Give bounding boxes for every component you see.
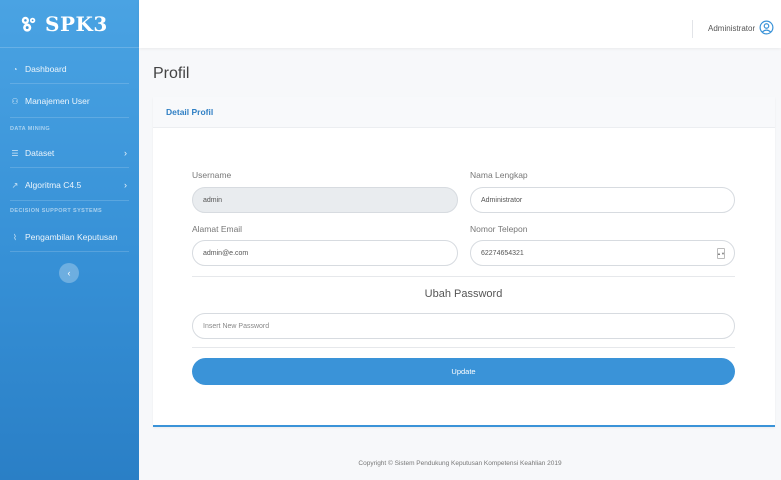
sidebar-item-manajemen-user[interactable]: ⚇ Manajemen User	[0, 92, 139, 110]
page-title: Profil	[153, 65, 190, 82]
email-label: Alamat Email	[192, 224, 243, 234]
sidebar-item-pengambilan-keputusan[interactable]: ⌇ Pengambilan Keputusan	[0, 228, 139, 246]
sidebar: SPK3 ◔ Dashboard ⚇ Manajemen User DATA M…	[0, 0, 139, 480]
phone-field[interactable]: 62274654321 ▲▼	[470, 240, 735, 266]
update-button[interactable]: Update	[192, 358, 735, 385]
username-field[interactable]: admin	[192, 187, 458, 213]
sidebar-item-label: Pengambilan Keputusan	[25, 232, 118, 242]
divider	[10, 251, 129, 252]
topbar: Administrator	[139, 0, 781, 48]
sidebar-item-label: Algoritma C4.5	[25, 180, 82, 190]
sidebar-item-label: Dashboard	[25, 64, 67, 74]
footer-copyright: Copyright © Sistem Pendukung Keputusan K…	[358, 460, 562, 467]
divider	[10, 117, 129, 118]
number-stepper-icon[interactable]: ▲▼	[717, 248, 725, 259]
gear-cluster-icon	[21, 16, 36, 32]
dashboard-icon: ◔	[12, 64, 18, 74]
sidebar-item-dashboard[interactable]: ◔ Dashboard	[0, 60, 139, 78]
card-title: Detail Profil	[153, 97, 775, 128]
new-password-field[interactable]: Insert New Password	[192, 313, 735, 339]
sidebar-item-dataset[interactable]: ☰ Dataset ›	[0, 144, 139, 162]
wrench-icon: ↗	[11, 180, 19, 190]
user-name[interactable]: Administrator	[708, 24, 755, 33]
chevron-right-icon: ›	[124, 180, 127, 190]
fullname-label: Nama Lengkap	[470, 170, 528, 180]
phone-label: Nomor Telepon	[470, 224, 528, 234]
phone-value: 62274654321	[481, 249, 524, 257]
divider	[692, 20, 693, 38]
sidebar-item-algoritma[interactable]: ↗ Algoritma C4.5 ›	[0, 176, 139, 194]
fullname-field[interactable]: Administrator	[470, 187, 735, 213]
chart-line-icon: ⌇	[13, 232, 17, 242]
divider	[10, 83, 129, 84]
divider	[192, 347, 735, 348]
brand[interactable]: SPK3	[0, 0, 139, 48]
divider	[192, 276, 735, 277]
divider	[10, 167, 129, 168]
sidebar-collapse-button[interactable]: ‹	[59, 263, 79, 283]
database-icon: ☰	[11, 148, 19, 158]
sidebar-section-dss: DECISION SUPPORT SYSTEMS	[10, 208, 103, 214]
divider	[10, 200, 129, 201]
sidebar-item-label: Dataset	[25, 148, 55, 158]
email-field[interactable]: admin@e.com	[192, 240, 458, 266]
password-section-title: Ubah Password	[424, 288, 503, 300]
chevron-right-icon: ›	[124, 148, 127, 158]
sidebar-section-data-mining: DATA MINING	[10, 126, 51, 132]
users-icon: ⚇	[11, 96, 19, 106]
username-label: Username	[192, 170, 232, 180]
user-circle-icon[interactable]	[759, 20, 774, 35]
brand-name: SPK3	[45, 11, 108, 36]
sidebar-item-label: Manajemen User	[25, 96, 90, 106]
